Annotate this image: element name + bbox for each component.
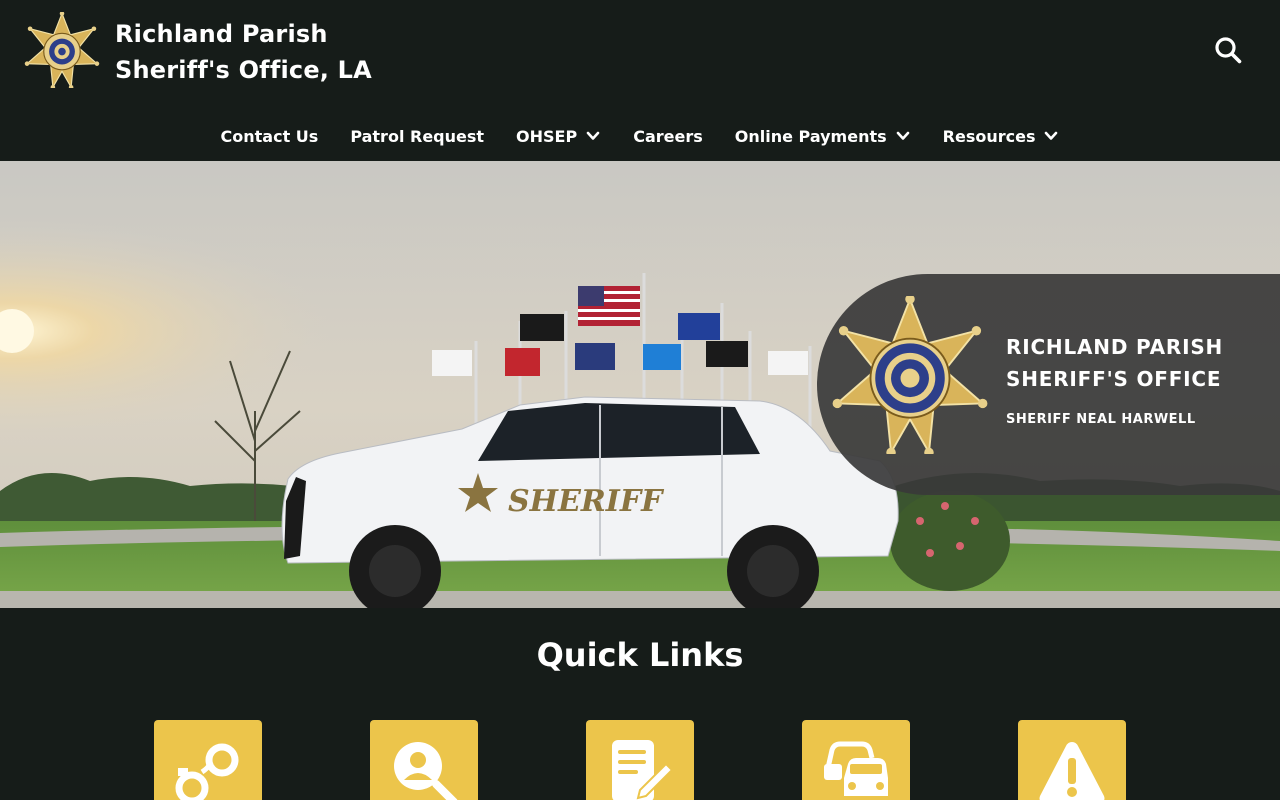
traffic-cars-icon — [824, 741, 888, 796]
nav-item-resources[interactable]: Resources — [927, 116, 1076, 156]
nav-item-contact-us[interactable]: Contact Us — [205, 116, 335, 156]
search-icon — [1215, 37, 1242, 64]
hero-overlay-panel: RICHLAND PARISH SHERIFF'S OFFICE SHERIFF… — [817, 274, 1280, 495]
main-nav: Contact Us Patrol Request OHSEP Careers … — [0, 116, 1280, 156]
site-title-line2[interactable]: Sheriff's Office, LA — [115, 52, 415, 88]
chevron-down-icon[interactable] — [1043, 128, 1059, 144]
site-title[interactable]: Richland Parish Sheriff's Office, LA — [115, 16, 415, 88]
warning-icon — [1039, 742, 1105, 800]
hero-overlay-title-line1: RICHLAND PARISH — [1006, 335, 1224, 359]
sheriff-star-badge-icon — [832, 296, 988, 454]
chevron-down-icon[interactable] — [585, 128, 601, 144]
brand[interactable]: Richland Parish Sheriff's Office, LA — [24, 12, 372, 88]
nav-item-careers[interactable]: Careers — [617, 116, 719, 156]
hero-overlay-title-line2: SHERIFF'S OFFICE — [1006, 367, 1222, 391]
quick-links-title: Quick Links — [536, 636, 744, 674]
chevron-down-icon[interactable] — [895, 128, 911, 144]
nav-item-ohsep[interactable]: OHSEP — [500, 116, 617, 156]
hero-overlay-title: RICHLAND PARISH SHERIFF'S OFFICE — [1006, 331, 1223, 395]
nav-item-online-payments[interactable]: Online Payments — [719, 116, 927, 156]
quick-link-tile-document[interactable] — [586, 720, 694, 800]
hero-banner: SHERIFF RICHLAND PARISH SHERIFF'S OFFICE… — [0, 161, 1280, 608]
site-title-line1[interactable]: Richland Parish — [115, 16, 415, 52]
quick-links-row — [154, 720, 1126, 800]
nav-item-label[interactable]: Resources — [943, 127, 1036, 146]
nav-item-label[interactable]: Contact Us — [221, 127, 319, 146]
search-button[interactable] — [1212, 34, 1244, 66]
nav-item-label[interactable]: OHSEP — [516, 127, 577, 146]
nav-item-patrol-request[interactable]: Patrol Request — [334, 116, 500, 156]
site-header: Richland Parish Sheriff's Office, LA Con… — [0, 0, 1280, 161]
handcuffs-icon — [175, 743, 239, 800]
nav-item-label[interactable]: Careers — [633, 127, 703, 146]
hero-overlay-subtitle: SHERIFF NEAL HARWELL — [1006, 412, 1196, 427]
vehicle-sheriff-text: SHERIFF — [508, 484, 665, 519]
quick-link-tile-search-person[interactable] — [370, 720, 478, 800]
search-person-icon — [394, 742, 458, 800]
quick-link-tile-traffic[interactable] — [802, 720, 910, 800]
quick-link-tile-handcuffs[interactable] — [154, 720, 262, 800]
nav-item-label[interactable]: Online Payments — [735, 127, 887, 146]
sheriff-star-badge-icon[interactable] — [24, 12, 100, 88]
nav-item-label[interactable]: Patrol Request — [350, 127, 484, 146]
document-edit-icon — [612, 740, 674, 800]
quick-link-tile-warning[interactable] — [1018, 720, 1126, 800]
